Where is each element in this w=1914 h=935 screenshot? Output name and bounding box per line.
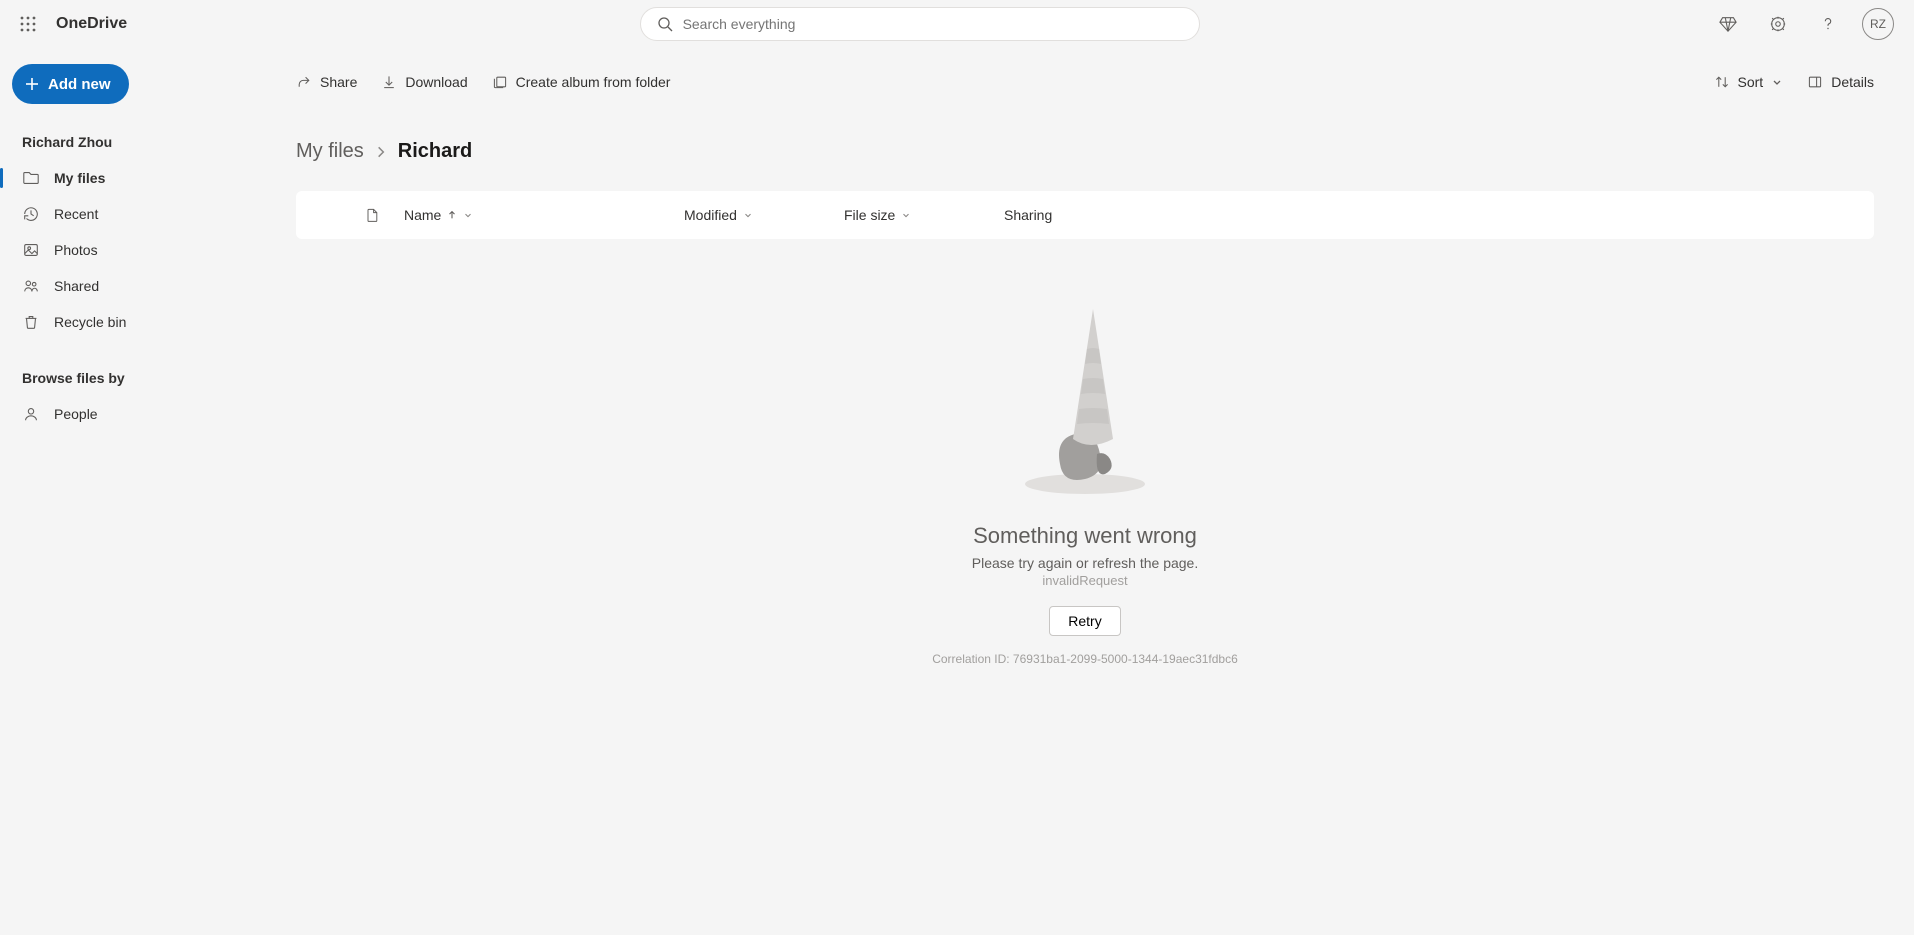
diamond-icon [1719,15,1737,33]
column-header-size[interactable]: File size [844,207,1004,223]
settings-button[interactable] [1762,8,1794,40]
sidebar-item-label: Photos [54,242,98,258]
breadcrumb-current: Richard [398,140,472,163]
sort-button[interactable]: Sort [1714,74,1784,90]
table-header: Name Modified File size Sharing [296,191,1874,239]
person-icon [22,405,40,423]
plus-icon [24,76,40,92]
correlation-id: Correlation ID: 76931ba1-2099-5000-1344-… [932,652,1238,666]
album-icon [492,74,508,90]
share-label: Share [320,74,357,90]
toolbar: Share Download Create album from folder … [296,48,1874,104]
error-state: Something went wrong Please try again or… [296,299,1874,666]
file-type-icon [364,207,404,223]
details-button[interactable]: Details [1807,74,1874,90]
retry-button[interactable]: Retry [1049,606,1120,636]
column-header-name[interactable]: Name [404,207,684,223]
header: OneDrive RZ [0,0,1914,48]
correlation-prefix: Correlation ID: [932,652,1013,666]
sidebar: Add new Richard Zhou My files Recent Pho… [0,48,256,935]
create-album-label: Create album from folder [516,74,671,90]
chevron-down-icon [743,210,753,220]
gear-icon [1769,15,1787,33]
avatar[interactable]: RZ [1862,8,1894,40]
error-code: invalidRequest [1042,573,1127,588]
error-subtitle: Please try again or refresh the page. [972,555,1198,571]
sidebar-item-recycle-bin[interactable]: Recycle bin [12,304,244,340]
correlation-value: 76931ba1-2099-5000-1344-19aec31fdbc6 [1013,652,1238,666]
sidebar-item-label: Recent [54,206,98,222]
sharing-header-label: Sharing [1004,207,1052,223]
sidebar-item-my-files[interactable]: My files [12,160,244,196]
modified-header-label: Modified [684,207,737,223]
app-title: OneDrive [56,15,127,33]
main-content: Share Download Create album from folder … [256,48,1914,935]
details-label: Details [1831,74,1874,90]
share-button[interactable]: Share [296,74,357,90]
help-icon [1819,15,1837,33]
sidebar-item-label: Shared [54,278,99,294]
breadcrumb: My files Richard [296,140,1874,163]
search-icon [657,16,673,32]
download-label: Download [405,74,467,90]
sidebar-user-name: Richard Zhou [22,134,244,150]
sidebar-item-label: People [54,406,98,422]
search-input[interactable] [683,16,1183,32]
sidebar-item-shared[interactable]: Shared [12,268,244,304]
sort-up-icon [447,210,457,220]
folder-icon [22,169,40,187]
avatar-initials: RZ [1870,17,1886,31]
photos-icon [22,241,40,259]
details-icon [1807,74,1823,90]
name-header-label: Name [404,207,441,223]
shared-icon [22,277,40,295]
premium-button[interactable] [1712,8,1744,40]
sidebar-item-label: My files [54,170,105,186]
chevron-down-icon [901,210,911,220]
chevron-right-icon [374,145,388,159]
sort-label: Sort [1738,74,1764,90]
recent-icon [22,205,40,223]
search-container [127,7,1712,41]
add-new-button[interactable]: Add new [12,64,129,104]
create-album-button[interactable]: Create album from folder [492,74,671,90]
recycle-icon [22,313,40,331]
share-icon [296,74,312,90]
waffle-icon [20,16,36,32]
sidebar-item-photos[interactable]: Photos [12,232,244,268]
sort-icon [1714,74,1730,90]
error-illustration-icon [1005,299,1165,499]
chevron-down-icon [1771,76,1783,88]
search-box[interactable] [640,7,1200,41]
header-right: RZ [1712,8,1902,40]
sidebar-item-people[interactable]: People [12,396,244,432]
download-icon [381,74,397,90]
sidebar-item-label: Recycle bin [54,314,126,330]
sidebar-item-recent[interactable]: Recent [12,196,244,232]
app-launcher-button[interactable] [12,8,44,40]
add-new-label: Add new [48,76,111,93]
column-header-modified[interactable]: Modified [684,207,844,223]
chevron-down-icon [463,210,473,220]
size-header-label: File size [844,207,895,223]
download-button[interactable]: Download [381,74,467,90]
breadcrumb-parent[interactable]: My files [296,140,364,163]
sidebar-browse-title: Browse files by [22,370,244,386]
error-title: Something went wrong [973,523,1197,549]
column-header-sharing[interactable]: Sharing [1004,207,1204,223]
help-button[interactable] [1812,8,1844,40]
